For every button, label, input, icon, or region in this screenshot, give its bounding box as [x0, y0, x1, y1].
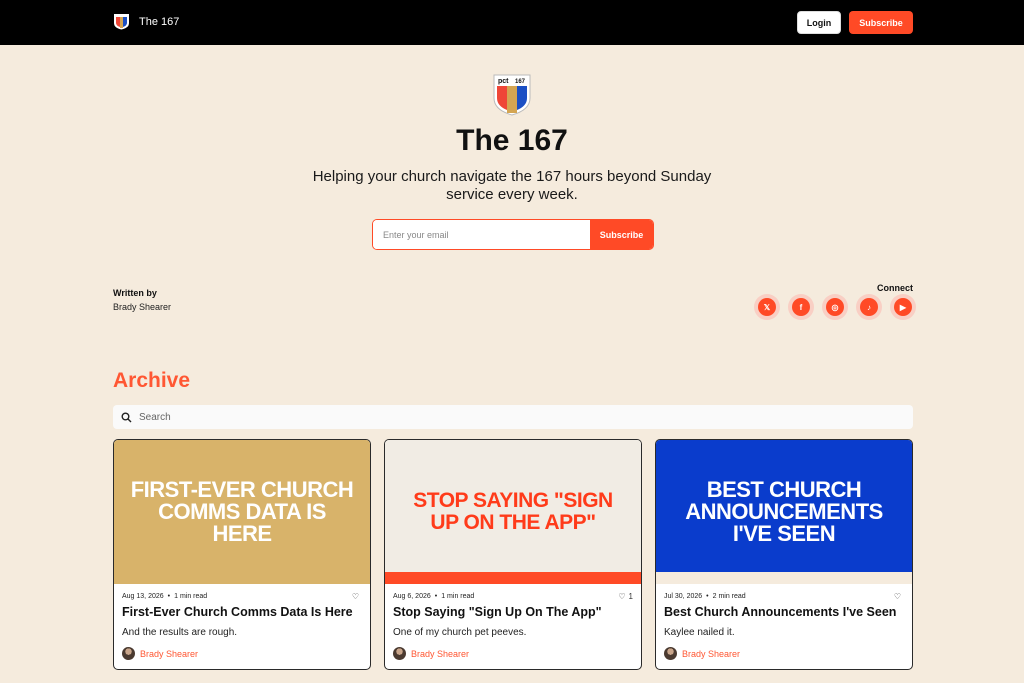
author-link[interactable]: Brady Shearer: [411, 649, 469, 659]
brand-logo-icon: [114, 14, 129, 30]
like-button[interactable]: ♡: [352, 592, 362, 601]
post-thumbnail: STOP SAYING "SIGN UP ON THE APP": [385, 440, 641, 584]
youtube-icon: ▶: [894, 298, 912, 316]
search-icon: [121, 412, 132, 422]
logo-text-left: pct: [498, 78, 509, 85]
post-read-time: 1 min read: [174, 593, 208, 600]
author-link[interactable]: Brady Shearer: [682, 649, 740, 659]
author-link[interactable]: Brady Shearer: [140, 649, 198, 659]
header-subscribe-button[interactable]: Subscribe: [849, 11, 913, 34]
logo-text-right: 167: [515, 79, 526, 85]
subscribe-form: Subscribe: [372, 219, 654, 250]
tiktok-icon: ♪: [860, 298, 878, 316]
brand-name: The 167: [139, 15, 180, 28]
post-subtitle: And the results are rough.: [122, 627, 238, 638]
post-title[interactable]: Best Church Announcements I've Seen: [664, 605, 909, 619]
avatar: [664, 647, 677, 660]
post-meta: Aug 6, 2026 • 1 min read: [393, 593, 475, 600]
archive-heading: Archive: [113, 369, 191, 392]
x-link[interactable]: 𝕏: [754, 294, 780, 320]
post-thumbnail: FIRST-EVER CHURCH COMMS DATA IS HERE: [114, 440, 370, 584]
like-count: 1: [628, 592, 633, 601]
post-read-time: 1 min read: [441, 593, 475, 600]
post-card[interactable]: FIRST-EVER CHURCH COMMS DATA IS HERE Aug…: [113, 439, 371, 670]
post-author[interactable]: Brady Shearer: [122, 647, 198, 660]
post-date: Aug 13, 2026: [122, 593, 164, 600]
post-title[interactable]: Stop Saying "Sign Up On The App": [393, 605, 638, 619]
subscribe-button[interactable]: Subscribe: [590, 220, 653, 249]
post-thumbnail: BEST CHURCH ANNOUNCEMENTS I'VE SEEN: [656, 440, 912, 584]
like-button[interactable]: ♡: [894, 592, 904, 601]
post-subtitle: One of my church pet peeves.: [393, 627, 527, 638]
login-button[interactable]: Login: [797, 11, 841, 34]
post-date: Jul 30, 2026: [664, 593, 703, 600]
brand-link[interactable]: The 167: [113, 13, 179, 30]
page-title: The 167: [456, 124, 568, 157]
like-button[interactable]: ♡ 1: [618, 592, 633, 601]
post-meta: Jul 30, 2026 • 2 min read: [664, 593, 746, 600]
publication-logo: pct 167: [493, 74, 531, 116]
written-by-label: Written by: [113, 288, 157, 298]
author-name: Brady Shearer: [113, 302, 172, 312]
post-read-time: 2 min read: [712, 593, 746, 600]
post-meta: Aug 13, 2026 • 1 min read: [122, 593, 208, 600]
post-author[interactable]: Brady Shearer: [664, 647, 740, 660]
instagram-link[interactable]: ◎: [822, 294, 848, 320]
email-input[interactable]: [373, 220, 590, 249]
avatar: [122, 647, 135, 660]
x-icon: 𝕏: [758, 298, 776, 316]
facebook-icon: f: [792, 298, 810, 316]
top-nav-bar: The 167 Login Subscribe: [0, 0, 1024, 45]
post-title[interactable]: First-Ever Church Comms Data Is Here: [122, 605, 367, 619]
post-card[interactable]: STOP SAYING "SIGN UP ON THE APP" Aug 6, …: [384, 439, 642, 670]
social-links: 𝕏 f ◎ ♪ ▶: [754, 294, 916, 320]
heart-icon: ♡: [351, 592, 359, 601]
connect-label: Connect: [877, 283, 913, 293]
tiktok-link[interactable]: ♪: [856, 294, 882, 320]
search-input[interactable]: [139, 411, 913, 423]
post-author[interactable]: Brady Shearer: [393, 647, 469, 660]
heart-icon: ♡: [618, 592, 626, 601]
instagram-icon: ◎: [826, 298, 844, 316]
avatar: [393, 647, 406, 660]
post-date: Aug 6, 2026: [393, 593, 431, 600]
post-card[interactable]: BEST CHURCH ANNOUNCEMENTS I'VE SEEN Jul …: [655, 439, 913, 670]
post-subtitle: Kaylee nailed it.: [664, 627, 735, 638]
archive-search: [113, 405, 913, 429]
facebook-link[interactable]: f: [788, 294, 814, 320]
heart-icon: ♡: [893, 592, 901, 601]
tagline: Helping your church navigate the 167 hou…: [312, 168, 712, 203]
youtube-link[interactable]: ▶: [890, 294, 916, 320]
